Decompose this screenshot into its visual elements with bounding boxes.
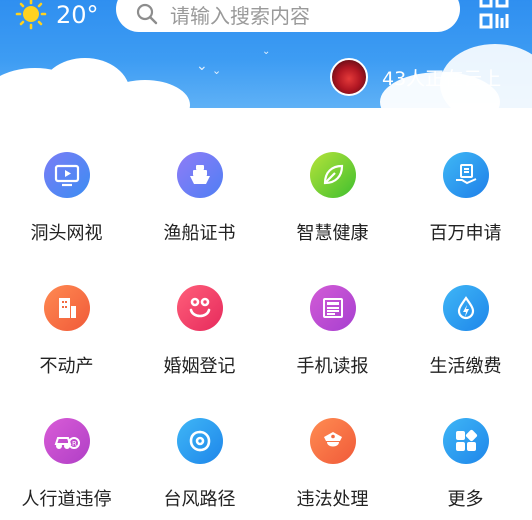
svg-text:R: R [72,440,77,448]
avatar [330,58,368,96]
tile-label: 违法处理 [296,489,369,510]
police-icon [310,418,356,464]
search-icon [136,3,158,25]
newspaper-icon [310,285,356,331]
hand-document-icon [443,152,489,198]
search-bar[interactable]: 请输入搜索内容 [116,0,460,32]
tile-marriage[interactable]: 婚姻登记 [133,241,266,377]
typhoon-icon [177,418,223,464]
tile-payment[interactable]: 生活缴费 [399,241,532,377]
bird-decoration: ⌄ [212,64,222,77]
grid-row: 洞头网视 渔船证书 智慧健康 百万申请 [0,108,532,244]
temperature: 20° [56,1,99,29]
sun-icon [14,0,48,30]
tile-realestate[interactable]: 不动产 [0,241,133,377]
tile-ship[interactable]: 渔船证书 [133,108,266,244]
tile-application[interactable]: 百万申请 [399,108,532,244]
tile-label: 人行道违停 [21,489,112,510]
tile-violation[interactable]: 违法处理 [266,374,399,510]
online-count-text: 43人正在云上 [382,67,502,90]
weather-widget[interactable]: 20° [14,0,99,30]
tile-health[interactable]: 智慧健康 [266,108,399,244]
tile-parking[interactable]: R 人行道违停 [0,374,133,510]
tile-label: 更多 [447,489,484,510]
tile-label: 台风路径 [163,489,236,510]
bird-decoration: ⌄ [262,46,271,57]
leaf-icon [310,152,356,198]
tile-tv[interactable]: 洞头网视 [0,108,133,244]
bird-decoration: ⌄ [196,58,208,74]
water-drop-icon [443,285,489,331]
tv-icon [44,152,90,198]
more-grid-icon [443,418,489,464]
parking-car-icon: R [44,418,90,464]
building-icon [44,285,90,331]
couple-icon [177,285,223,331]
online-users[interactable]: 43人正在云上 [330,58,501,96]
ship-icon [177,152,223,198]
grid-row: R 人行道违停 台风路径 违法处理 更多 [0,374,532,510]
qr-code-icon[interactable] [478,0,510,32]
search-placeholder: 请输入搜索内容 [170,3,310,28]
header-banner: ⌄ ⌄ ⌄ 20° 请输入搜索内容 43人正在云上 [0,0,532,108]
grid-row: 不动产 婚姻登记 手机读报 生活缴费 [0,241,532,377]
tile-newspaper[interactable]: 手机读报 [266,241,399,377]
tile-typhoon[interactable]: 台风路径 [133,374,266,510]
tile-more[interactable]: 更多 [399,374,532,510]
